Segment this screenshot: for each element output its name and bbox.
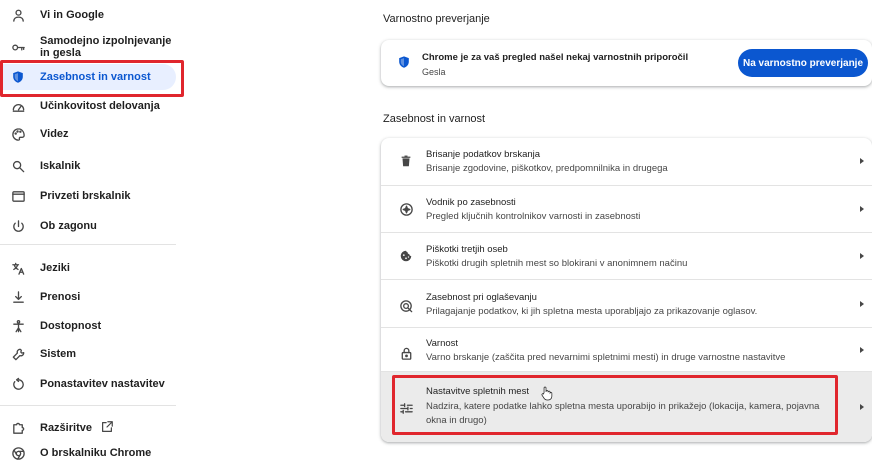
search-icon [10, 158, 26, 174]
chrome-icon [10, 445, 26, 461]
sidebar-item-performance[interactable]: Učinkovitost delovanja [0, 96, 176, 116]
sidebar-item-search-engine[interactable]: Iskalnik [0, 156, 176, 176]
sidebar-item-label: Jeziki [40, 262, 70, 274]
sidebar-item-reset-settings[interactable]: Ponastavitev nastavitev [0, 374, 176, 394]
safety-check-card: Chrome je za vaš pregled našel nekaj var… [381, 40, 872, 86]
chevron-right-icon [860, 301, 864, 307]
sidebar-item-autofill[interactable]: Samodejno izpolnjevanje in gesla [0, 33, 176, 59]
chevron-right-icon [860, 158, 864, 164]
sidebar-item-label: Iskalnik [40, 160, 81, 172]
sidebar-item-on-startup[interactable]: Ob zagonu [0, 216, 176, 236]
puzzle-icon [10, 420, 26, 436]
sidebar-item-accessibility[interactable]: Dostopnost [0, 316, 176, 336]
accessibility-icon [10, 318, 26, 334]
ad-privacy-icon [398, 298, 414, 314]
cookie-icon [398, 248, 414, 264]
sidebar-divider [0, 244, 176, 245]
row-title: Zasebnost pri oglaševanju [426, 292, 537, 303]
sidebar-item-label: Ponastavitev nastavitev [40, 378, 165, 390]
sidebar-item-system[interactable]: Sistem [0, 344, 176, 364]
sidebar-item-label: Videz [40, 128, 69, 140]
sidebar-item-about-chrome[interactable]: O brskalniku Chrome [0, 444, 176, 462]
row-subtitle: Prilagajanje podatkov, ki jih spletna me… [426, 306, 758, 317]
sidebar-item-default-browser[interactable]: Privzeti brskalnik [0, 186, 176, 206]
sidebar-item-label: Ob zagonu [40, 220, 97, 232]
lock-icon [398, 345, 414, 361]
sidebar-item-label: Zasebnost in varnost [40, 71, 151, 83]
sidebar-divider [0, 405, 176, 406]
sidebar-item-privacy-security[interactable]: Zasebnost in varnost [0, 64, 176, 90]
go-to-safety-check-button[interactable]: Na varnostno preverjanje [738, 49, 868, 77]
reset-icon [10, 376, 26, 392]
safety-check-section-title: Varnostno preverjanje [383, 13, 490, 25]
chevron-right-icon [860, 206, 864, 212]
browser-window-icon [10, 188, 26, 204]
row-privacy-guide[interactable]: Vodnik po zasebnosti Pregled ključnih ko… [381, 186, 872, 232]
privacy-card: Brisanje podatkov brskanja Brisanje zgod… [381, 138, 872, 442]
trash-icon [398, 153, 414, 169]
chevron-right-icon [860, 404, 864, 410]
key-icon [10, 39, 26, 55]
shield-icon [10, 69, 26, 85]
sidebar-item-label: Privzeti brskalnik [40, 190, 131, 202]
sidebar-item-languages[interactable]: Jeziki [0, 258, 176, 278]
row-title: Brisanje podatkov brskanja [426, 149, 541, 160]
wrench-icon [10, 346, 26, 362]
sidebar-item-appearance[interactable]: Videz [0, 124, 176, 144]
sidebar-item-downloads[interactable]: Prenosi [0, 287, 176, 307]
palette-icon [10, 126, 26, 142]
row-site-settings[interactable]: Nastavitve spletnih mest Nadzira, katere… [381, 372, 872, 442]
sidebar-item-you-and-google[interactable]: Vi in Google [0, 5, 176, 25]
row-subtitle: Brisanje zgodovine, piškotkov, predpomni… [426, 163, 668, 174]
row-clear-browsing-data[interactable]: Brisanje podatkov brskanja Brisanje zgod… [381, 138, 872, 185]
row-title: Varnost [426, 338, 459, 349]
row-title: Vodnik po zasebnosti [426, 197, 516, 208]
sidebar: Vi in Google Samodejno izpolnjevanje in … [0, 0, 190, 462]
safety-check-title: Chrome je za vaš pregled našel nekaj var… [422, 52, 689, 63]
sidebar-item-label: Prenosi [40, 291, 81, 303]
row-title: Nastavitve spletnih mest [426, 386, 529, 397]
row-subtitle: Piškotki drugih spletnih mest so blokira… [426, 258, 688, 269]
sliders-icon [398, 400, 414, 416]
compass-icon [398, 201, 414, 217]
row-subtitle: Varno brskanje (zaščita pred nevarnimi s… [426, 352, 786, 363]
person-icon [10, 7, 26, 23]
external-link-icon [100, 420, 114, 439]
power-icon [10, 218, 26, 234]
translate-icon [10, 260, 26, 276]
sidebar-item-extensions[interactable]: Razširitve [0, 418, 176, 438]
speedometer-icon [10, 98, 26, 114]
download-icon [10, 289, 26, 305]
sidebar-item-label: Vi in Google [40, 9, 104, 21]
row-third-party-cookies[interactable]: Piškotki tretjih oseb Piškotki drugih sp… [381, 233, 872, 279]
privacy-section-title: Zasebnost in varnost [383, 113, 486, 125]
row-subtitle-line1: Nadzira, katere podatke lahko spletna me… [426, 401, 820, 412]
row-security[interactable]: Varnost Varno brskanje (zaščita pred nev… [381, 328, 872, 371]
chevron-right-icon [860, 253, 864, 259]
row-title: Piškotki tretjih oseb [426, 244, 508, 255]
sidebar-item-label: Samodejno izpolnjevanje in gesla [40, 35, 172, 59]
sidebar-item-label: Razširitve [40, 422, 92, 434]
sidebar-item-label: Dostopnost [40, 320, 102, 332]
hand-cursor-icon [540, 386, 553, 406]
safety-check-subtitle: Gesla [422, 67, 446, 77]
shield-icon [397, 55, 411, 74]
chevron-right-icon [860, 347, 864, 353]
row-ad-privacy[interactable]: Zasebnost pri oglaševanju Prilagajanje p… [381, 280, 872, 327]
row-subtitle: Pregled ključnih kontrolnikov varnosti i… [426, 211, 641, 222]
sidebar-item-label: Sistem [40, 348, 77, 360]
row-subtitle-line2: okna in drugo) [426, 415, 487, 426]
sidebar-item-label: O brskalniku Chrome [40, 447, 152, 459]
sidebar-item-label: Učinkovitost delovanja [40, 100, 160, 112]
